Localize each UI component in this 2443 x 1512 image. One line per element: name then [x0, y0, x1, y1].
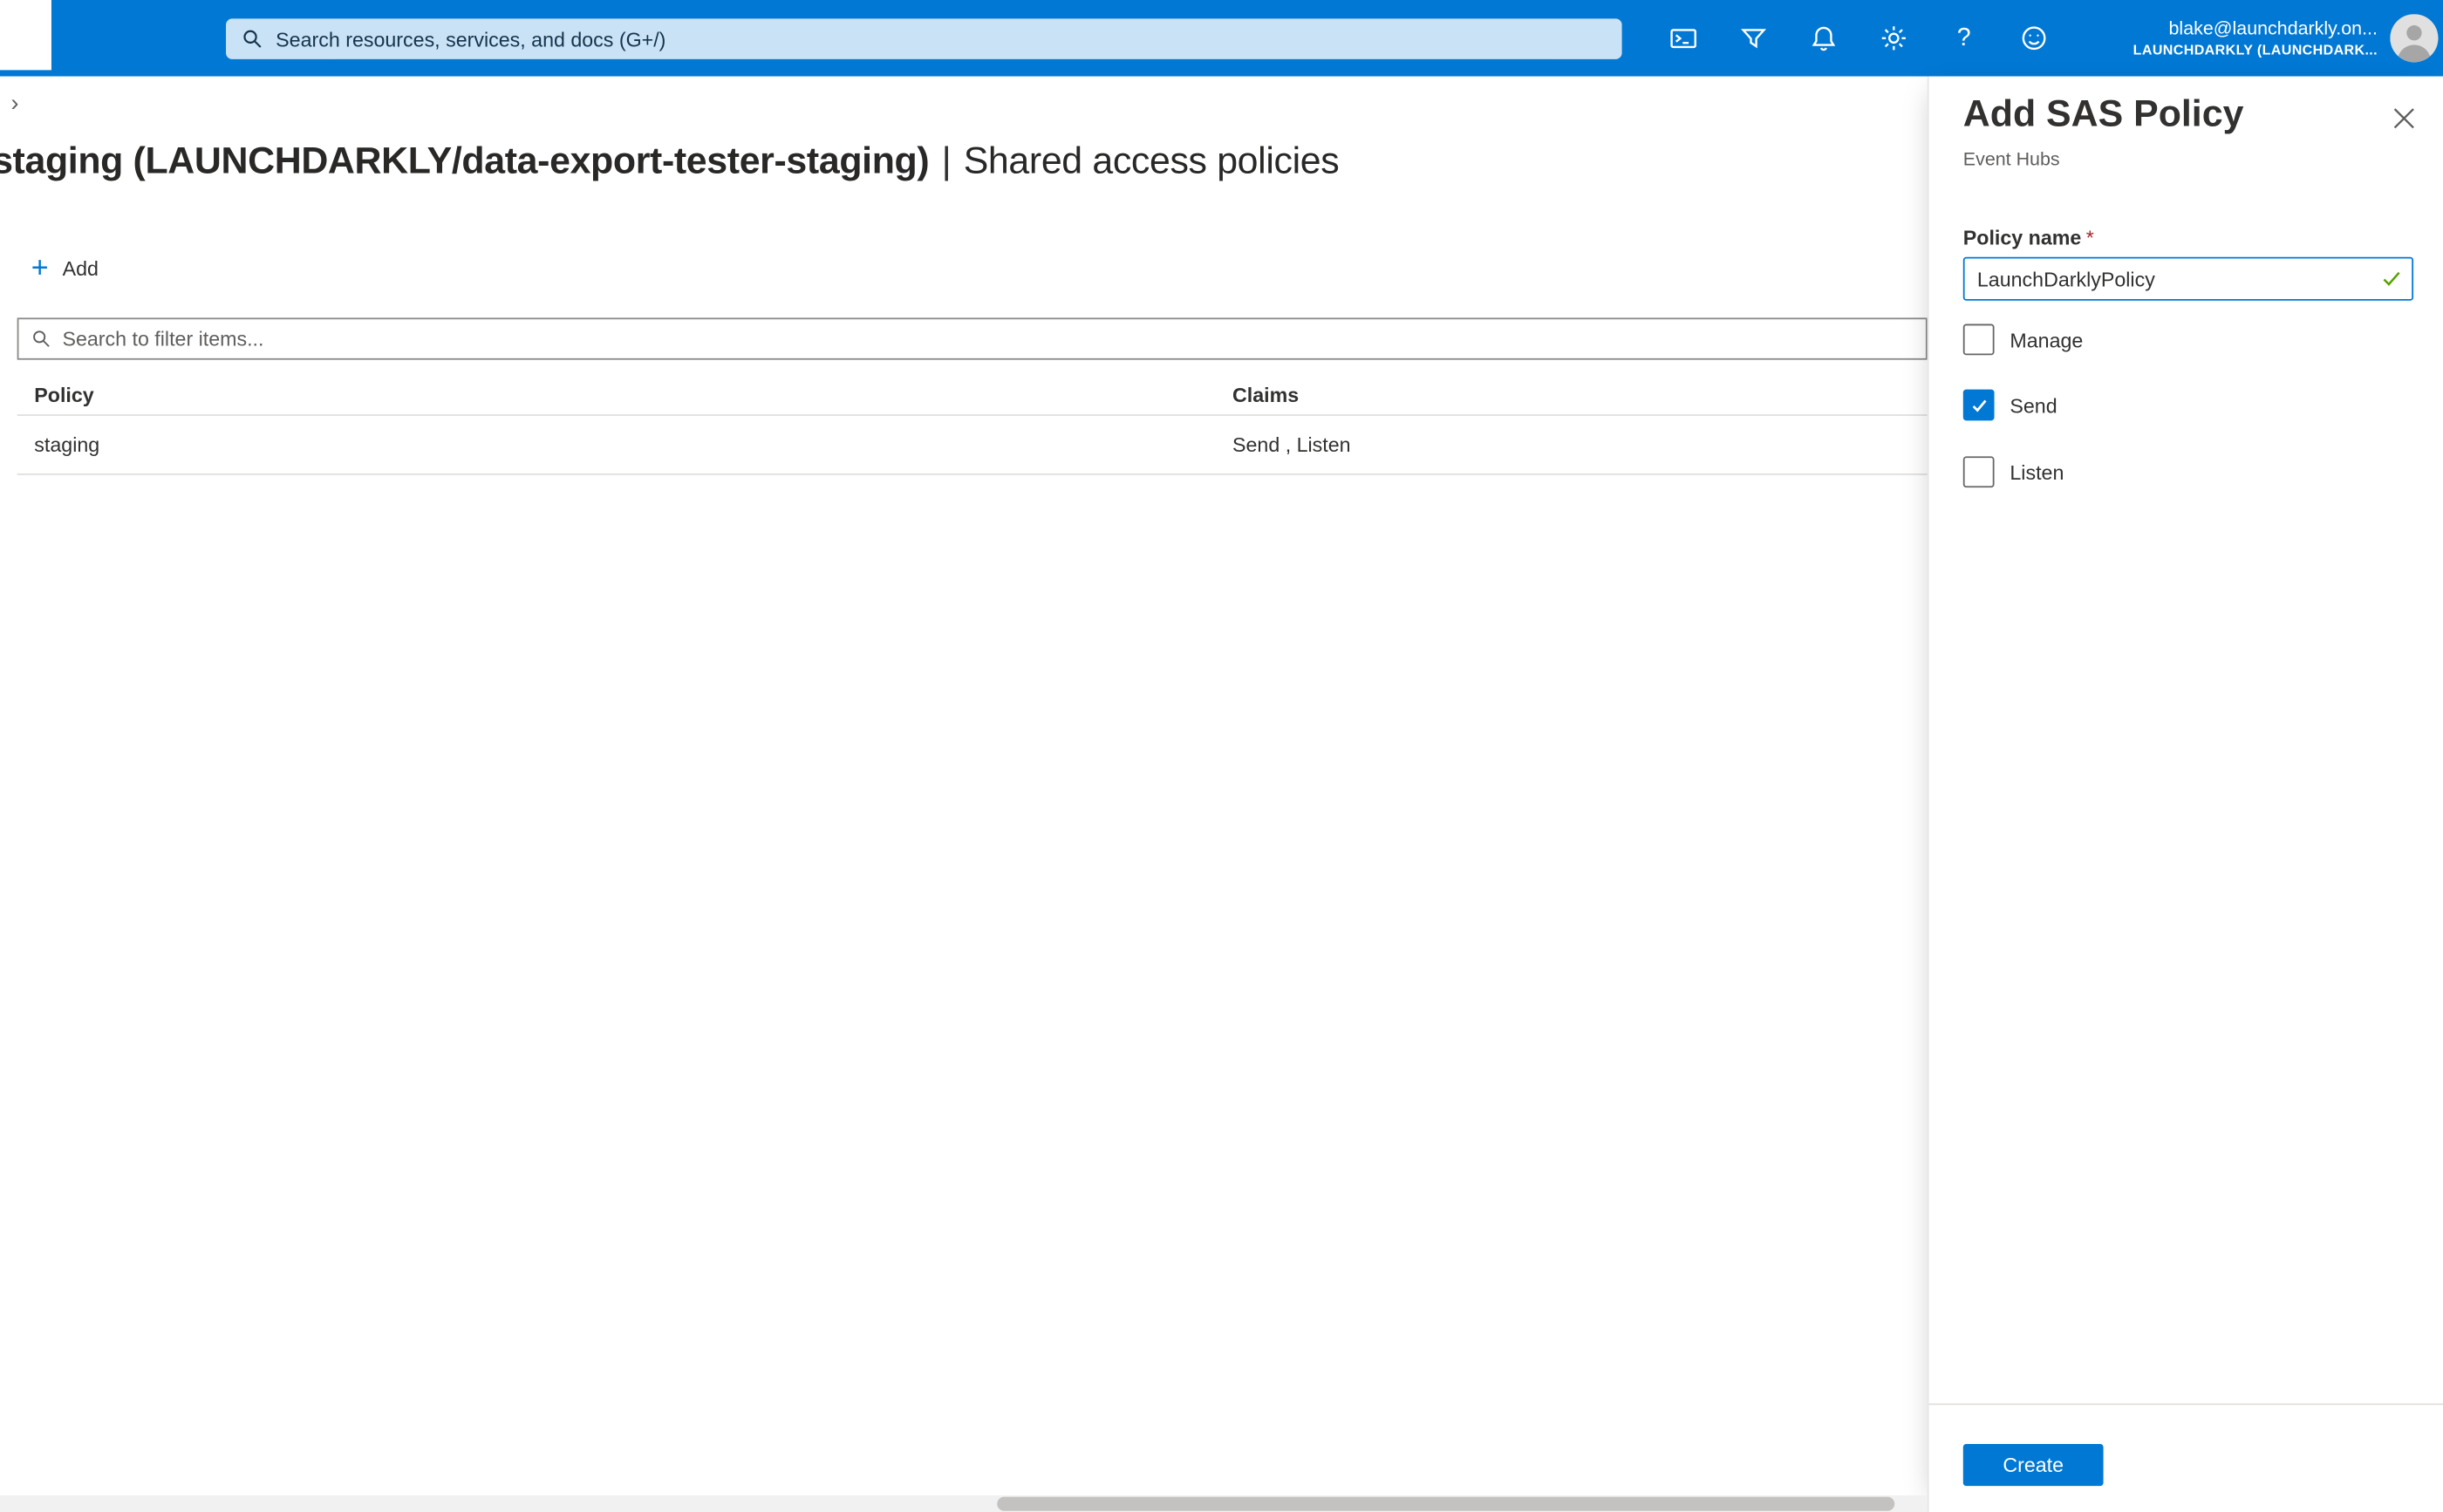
panel-subtitle: Event Hubs [1963, 148, 2060, 170]
search-icon [242, 28, 263, 50]
notifications-button[interactable] [1789, 0, 1859, 77]
avatar-icon [2390, 14, 2438, 62]
column-header-claims: Claims [1232, 383, 1928, 406]
listen-checkbox[interactable] [1963, 456, 1995, 487]
question-mark-icon: ? [1957, 25, 1971, 51]
close-button[interactable] [2393, 106, 2419, 131]
manage-checkbox-label: Manage [2010, 328, 2083, 351]
check-icon [1969, 395, 1989, 415]
top-nav-bar: ? blake@launchdarkly.on... LAUNCHDARKLY … [0, 0, 2443, 77]
checkbox-row-manage[interactable]: Manage [1963, 324, 2084, 356]
panel-footer-divider [1929, 1404, 2443, 1406]
policies-table: Policy Claims staging Send , Listen [17, 374, 1928, 475]
send-checkbox-label: Send [2010, 393, 2057, 417]
add-sas-policy-panel: Add SAS Policy Event Hubs Policy name* M… [1928, 77, 2443, 1512]
breadcrumb-chevron[interactable]: › [11, 91, 19, 117]
policy-cell: staging [17, 433, 1232, 457]
table-row[interactable]: staging Send , Listen [17, 416, 1928, 475]
page-title: staging (LAUNCHDARKLY/data-export-tester… [0, 140, 1339, 184]
directory-filter-icon [1739, 24, 1769, 53]
cloud-shell-button[interactable] [1648, 0, 1718, 77]
valid-check-icon [2381, 268, 2403, 289]
filter-search-input[interactable] [62, 327, 1913, 351]
directory-filter-button[interactable] [1718, 0, 1788, 77]
azure-portal-page: ? blake@launchdarkly.on... LAUNCHDARKLY … [0, 0, 2443, 1512]
gear-icon [1879, 24, 1908, 53]
cloud-shell-icon [1668, 24, 1698, 53]
checkbox-row-listen[interactable]: Listen [1963, 456, 2064, 487]
account-menu[interactable]: blake@launchdarkly.on... LAUNCHDARKLY (L… [2133, 0, 2378, 77]
column-header-policy: Policy [17, 383, 1232, 406]
global-search-input[interactable] [276, 27, 1607, 51]
plus-icon: + [31, 253, 49, 283]
add-button[interactable]: + Add [22, 246, 108, 289]
policy-name-input[interactable] [1963, 257, 2413, 301]
claims-cell: Send , Listen [1232, 433, 1928, 457]
help-button[interactable]: ? [1929, 0, 1999, 77]
global-search[interactable] [226, 18, 1622, 58]
horizontal-scrollbar-thumb[interactable] [997, 1497, 1894, 1511]
listen-checkbox-label: Listen [2010, 460, 2064, 484]
policy-name-label-text: Policy name [1963, 226, 2082, 249]
avatar[interactable] [2390, 14, 2438, 62]
send-checkbox[interactable] [1963, 390, 1995, 421]
account-tenant: LAUNCHDARKLY (LAUNCHDARK... [2133, 40, 2378, 58]
smiley-icon [2019, 24, 2049, 53]
settings-button[interactable] [1859, 0, 1928, 77]
create-button[interactable]: Create [1963, 1444, 2104, 1486]
horizontal-scrollbar-track[interactable] [0, 1495, 1928, 1512]
panel-title: Add SAS Policy [1963, 93, 2244, 137]
required-marker: * [2081, 226, 2093, 249]
page-title-blade: Shared access policies [964, 140, 1340, 182]
policy-name-label: Policy name* [1963, 226, 2094, 249]
feedback-button[interactable] [1999, 0, 2069, 77]
close-icon [2393, 107, 2415, 129]
topbar-icon-group: ? [1648, 0, 2069, 77]
manage-checkbox[interactable] [1963, 324, 1995, 356]
table-header-row: Policy Claims [17, 374, 1928, 416]
bell-icon [1809, 24, 1839, 53]
account-email: blake@launchdarkly.on... [2169, 17, 2378, 41]
filter-search[interactable] [17, 317, 1928, 359]
window-corner [0, 0, 51, 70]
page-title-resource: staging (LAUNCHDARKLY/data-export-tester… [0, 140, 929, 182]
checkbox-row-send[interactable]: Send [1963, 390, 2057, 421]
policy-name-field-wrap [1963, 257, 2413, 301]
add-button-label: Add [63, 256, 99, 280]
search-icon [31, 329, 51, 349]
page-title-separator: | [929, 140, 963, 182]
